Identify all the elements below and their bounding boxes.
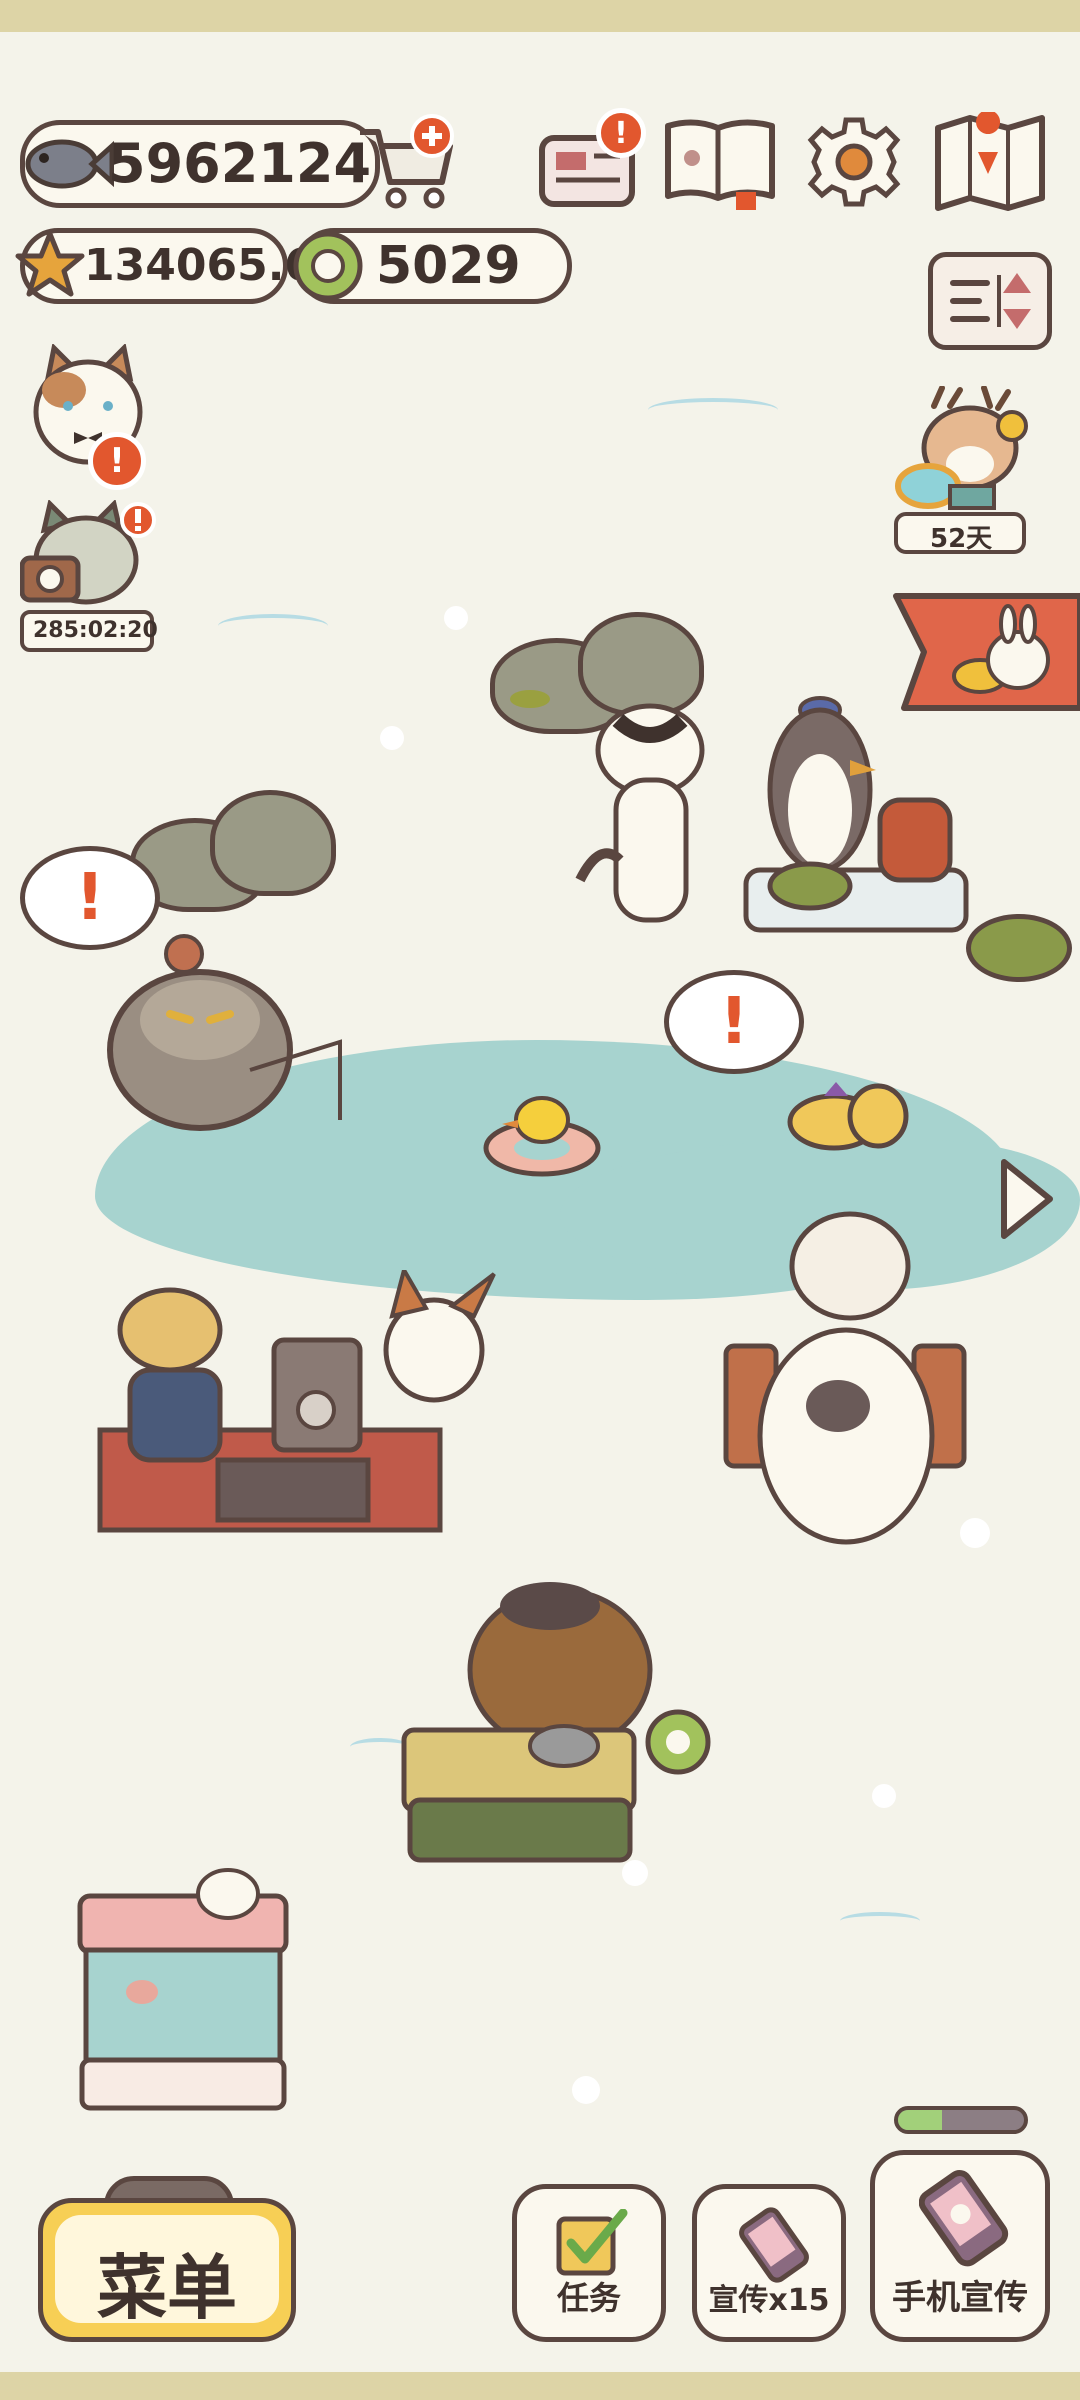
bottom-status-strip (0, 2372, 1080, 2400)
cat-guide-book-button[interactable] (660, 112, 780, 212)
dog-and-corgi-musicians[interactable] (60, 1264, 500, 1550)
snowflake (572, 2076, 600, 2104)
music-stall-icon (97, 1264, 496, 1533)
snowflake (380, 726, 404, 750)
chevron-right-icon (1001, 1159, 1053, 1239)
phone-promo-icon (918, 2169, 1009, 2269)
phone-promo-label: 手机宣传 (892, 2278, 1028, 2318)
coin-pile-icon (787, 1082, 909, 1151)
event-days-text: 52天 (930, 524, 993, 554)
phone-promo-progress-track (894, 2106, 1028, 2134)
camera-cat-icon (19, 499, 156, 605)
aquarium-decoration[interactable] (72, 1866, 294, 2116)
gear-icon (807, 117, 901, 207)
duck-float-icon (483, 1096, 601, 1177)
capybara-food-stall[interactable] (380, 1580, 720, 1880)
cat-visitor-alert-badge: ! (88, 432, 146, 490)
fish-amount: 5962124 (108, 132, 372, 195)
token-amount: 5029 (376, 236, 521, 296)
melon (966, 914, 1072, 982)
water-ripple (648, 398, 778, 422)
token-icon (290, 228, 366, 304)
pallas-cat-fisher[interactable] (100, 930, 360, 1140)
task-checkbox-icon (553, 2208, 629, 2281)
sheep-stall-icon (723, 1211, 967, 1545)
scroll-right-arrow[interactable] (994, 1152, 1060, 1246)
deer-event-icon (895, 385, 1028, 510)
map-icon (935, 110, 1045, 211)
promo-phone-icon (739, 2205, 809, 2285)
photo-timer-text: 285:02:20 (33, 618, 158, 643)
cart-icon (360, 114, 454, 209)
sheep-goods-stall[interactable] (720, 1206, 980, 1606)
map-button[interactable] (930, 110, 1050, 212)
water-ripple (840, 1912, 920, 1930)
book-icon (665, 119, 775, 210)
phone-promo-button[interactable]: 手机宣传 (870, 2150, 1050, 2342)
settings-button[interactable] (806, 114, 902, 210)
snowflake (872, 1784, 896, 1808)
snowflake (444, 606, 468, 630)
phone-promo-progress-fill (898, 2110, 943, 2130)
moss (510, 690, 550, 708)
event-deer-button[interactable] (890, 385, 1050, 512)
penguin-drink-stall[interactable] (700, 690, 970, 970)
photo-cat-button[interactable] (19, 499, 160, 610)
penguin-stall-icon (743, 696, 969, 933)
shop-cart-button[interactable] (350, 112, 460, 212)
menu-button[interactable]: 菜单 (38, 2176, 296, 2344)
booth-alert-bubble[interactable]: ! (664, 970, 804, 1074)
sort-toggle-button[interactable] (928, 252, 1052, 350)
news-alert-badge: ! (596, 108, 646, 158)
rubber-duck-float[interactable] (480, 1090, 604, 1180)
star-amount: 134065.6 (84, 240, 316, 291)
lotus-coin-pile[interactable] (784, 1042, 914, 1162)
top-status-strip (0, 0, 1080, 32)
star-icon (12, 228, 88, 304)
water-ripple (218, 614, 328, 638)
sort-icon (950, 273, 1031, 329)
tasks-button[interactable]: 任务 (512, 2184, 666, 2342)
capybara-stall-icon (401, 1582, 711, 1863)
aquarium-icon (77, 1868, 289, 2111)
fish-icon (18, 128, 115, 200)
pallas-cat-icon (107, 934, 342, 1131)
boulder (210, 790, 336, 896)
promo-button[interactable]: 宣传x15 (692, 2184, 846, 2342)
menu-label: 菜单 (97, 2247, 237, 2329)
